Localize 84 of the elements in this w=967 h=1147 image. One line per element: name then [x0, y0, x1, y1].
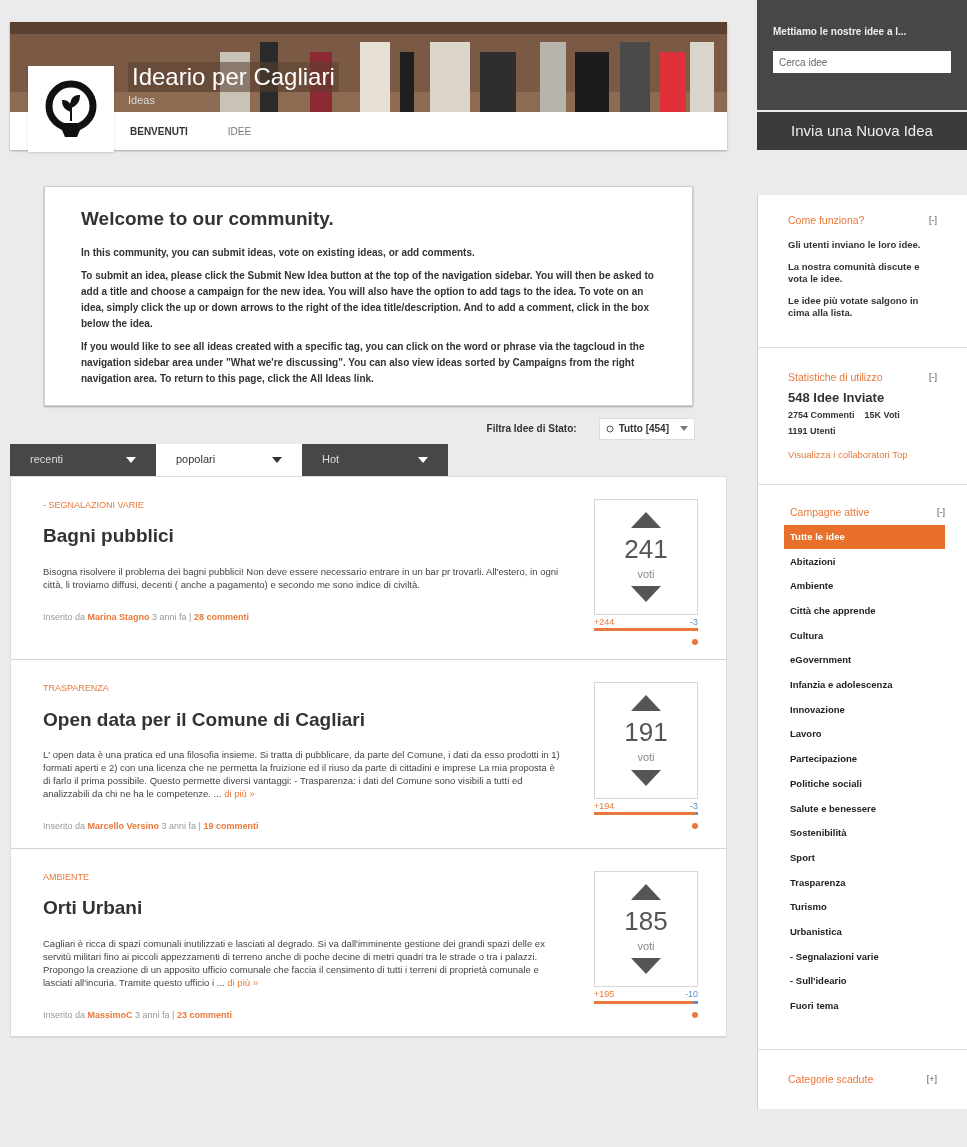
vote-up-button[interactable] — [631, 695, 661, 712]
vote-count: 191 — [624, 719, 668, 746]
up-votes: +194 — [594, 800, 615, 812]
campaign-item[interactable]: - Segnalazioni varie — [784, 944, 945, 970]
submit-idea-button[interactable]: Invia una Nuova Idea — [757, 112, 967, 150]
campaign-item[interactable]: Sostenibilità — [784, 821, 945, 846]
sort-tab[interactable]: popolari — [156, 443, 302, 476]
nav-tab[interactable]: IDEE — [227, 123, 252, 139]
idea-description: Cagliari è ricca di spazi comunali inutilizzati e lasciati al degrado. Si va dall'imminente gestione dei grandi spazi delle ex servitù militari fino ai piccoli appezzamenti di terreno anche di poche decine di metri quadri tra le strade o tra i palazzi. Propongo la creazione di un apposito ufficio comunale che faccia il censimento di tutti i terreni di proprietà comunale e lasciati all'incuria. Tramite questo ufficio i ... di più » — [43, 936, 546, 989]
up-votes: +244 — [594, 617, 615, 629]
filter-label: Filtra Idee di Stato: — [486, 422, 577, 436]
vote-down-button[interactable] — [631, 769, 661, 786]
welcome-paragraph: In this community, you can submit ideas, vote on existing ideas, or add comments. — [81, 245, 476, 260]
vote-count: 185 — [624, 907, 668, 934]
welcome-title: Welcome to our community. — [81, 207, 335, 231]
campaign-item[interactable]: Trasparenza — [784, 870, 945, 896]
campaign-item[interactable]: Politiche sociali — [784, 771, 945, 797]
section-title: Statistiche di utilizzo — [788, 369, 883, 385]
radio-icon — [605, 424, 614, 433]
campaign-item[interactable]: Partecipazione — [784, 746, 945, 772]
campaign-item[interactable]: Lavoro — [784, 722, 945, 747]
campaign-item[interactable]: Abitazioni — [784, 549, 945, 575]
votes-label: voti — [637, 750, 655, 766]
vote-count: 241 — [624, 535, 668, 562]
site-subtitle: Ideas — [128, 92, 156, 108]
stat-users: 1191 Utenti — [788, 424, 837, 438]
down-votes: -10 — [685, 989, 698, 1001]
stat-votes: 15K Voti — [864, 409, 900, 422]
idea-title[interactable]: Orti Urbani — [43, 894, 143, 923]
welcome-paragraph: If you would like to see all ideas created with a specific tag, you can click on the word or phrase via the tagcloud in the navigation sidebar area under "What we're discussing". You can also view ideas sorted by Campaigns from the right navigation area. To return to this page, click the All Ideas link. — [81, 339, 646, 386]
campaign-item[interactable]: Città che apprende — [784, 598, 945, 624]
status-filter-select[interactable]: Tutto [454] — [598, 417, 695, 440]
votes-label: voti — [637, 938, 655, 954]
collapse-toggle[interactable]: [-] — [929, 369, 937, 386]
campaign-item[interactable]: Fuori tema — [784, 993, 945, 1019]
idea-description: L' open data è una pratica ed una filosofia insieme. Si tratta di pubblicare, da parte del Comune, i dati da esso prodotti in 1) formati aperti e 2) con una licenza che ne permetta la fruizione ed il riuso da parte di cittadini e imprese La mia proposta è di farlo il prima possibile. Questo permette diversi vantaggi: - Trasparenza: i dati del Comune sono visibili a tutti ed analizzabili da chi ne ha le competenze. ... di più » — [43, 748, 561, 801]
caret-icon — [272, 456, 282, 463]
caret-icon — [418, 456, 428, 463]
campaign-item[interactable]: Sport — [784, 845, 945, 871]
campaign-item[interactable]: - Sull'ideario — [784, 969, 945, 994]
site-title: Ideario per Cagliari — [128, 61, 339, 92]
stat-ideas: 548 Idee Inviate — [788, 388, 886, 407]
idea-meta: Inserito da Marina Stagno 3 anni fa | 28 commenti — [43, 610, 250, 624]
sort-tab[interactable]: Hot — [302, 443, 448, 476]
nav-tab[interactable]: BENVENUTI — [130, 123, 188, 139]
collapse-toggle[interactable]: [-] — [929, 213, 937, 229]
idea-meta: Inserito da MassimoC 3 anni fa | 23 commenti — [43, 1008, 233, 1022]
down-votes: -3 — [690, 800, 698, 812]
stat-comments: 2754 Commenti — [788, 409, 855, 422]
idea-meta: Inserito da Marcello Versino 3 anni fa | 19 commenti — [43, 820, 260, 834]
info-text: Gli utenti inviano le loro idee. — [788, 238, 922, 251]
welcome-paragraph: To submit an idea, please click the Submit New Idea button at the top of the navigation sidebar. You will then be asked to add a title and choose a campaign for the new idea. You will also have the option to add tags to the idea. To vote on an idea, simply click the up or down arrows to the right of the idea title/description. And to add a comment, click in the box below the idea. — [81, 268, 655, 331]
section-title: Categorie scadute — [788, 1071, 874, 1087]
vote-down-button[interactable] — [631, 586, 661, 602]
campaign-item[interactable]: Urbanistica — [784, 919, 945, 945]
vote-down-button[interactable] — [631, 958, 661, 975]
section-title: Come funziona? — [788, 213, 865, 228]
idea-description: Bisogna risolvere il problema dei bagni pubblici! Non deve essere necessario entrare in un bar pr trovarli. All'estero, in ogni città, li troviamo diffusi, decenti ( anche a pagamento) e secondo me sono indice di civiltà. — [43, 564, 560, 591]
vote-up-button[interactable] — [631, 511, 661, 528]
campaign-item[interactable]: Salute e benessere — [784, 796, 945, 821]
section-title: Campagne attive — [790, 505, 870, 520]
campaign-item[interactable]: Turismo — [784, 895, 945, 920]
down-votes: -3 — [690, 617, 698, 629]
down-vote-bar — [695, 812, 698, 815]
caret-icon — [680, 426, 688, 431]
expand-toggle[interactable]: [+] — [926, 1071, 937, 1088]
tagline: Mettiamo le nostre idee a l... — [773, 25, 908, 39]
campaign-item[interactable]: Ambiente — [784, 574, 945, 599]
campaign-item[interactable]: Cultura — [784, 623, 945, 649]
campaign-item[interactable]: Infanzia e adolescenza — [784, 672, 945, 698]
votes-label: voti — [637, 566, 655, 582]
idea-title[interactable]: Open data per il Comune di Cagliari — [43, 705, 365, 735]
collapse-toggle[interactable]: [-] — [937, 505, 945, 521]
idea-title[interactable]: Bagni pubblici — [43, 522, 174, 551]
vote-up-button[interactable] — [631, 883, 661, 900]
down-vote-bar — [692, 1000, 698, 1004]
info-text: Le idee più votate salgono in cima alla lista. — [788, 294, 920, 319]
caret-icon — [126, 456, 136, 463]
info-text: La nostra comunità discute e vota le idee. — [788, 260, 921, 285]
campaign-item[interactable]: Innovazione — [784, 697, 945, 723]
up-votes: +195 — [594, 989, 615, 1001]
campaign-item[interactable]: eGovernment — [784, 648, 945, 673]
search-field[interactable]: Cerca idee — [773, 51, 951, 73]
sort-tab[interactable]: recenti — [10, 443, 156, 476]
